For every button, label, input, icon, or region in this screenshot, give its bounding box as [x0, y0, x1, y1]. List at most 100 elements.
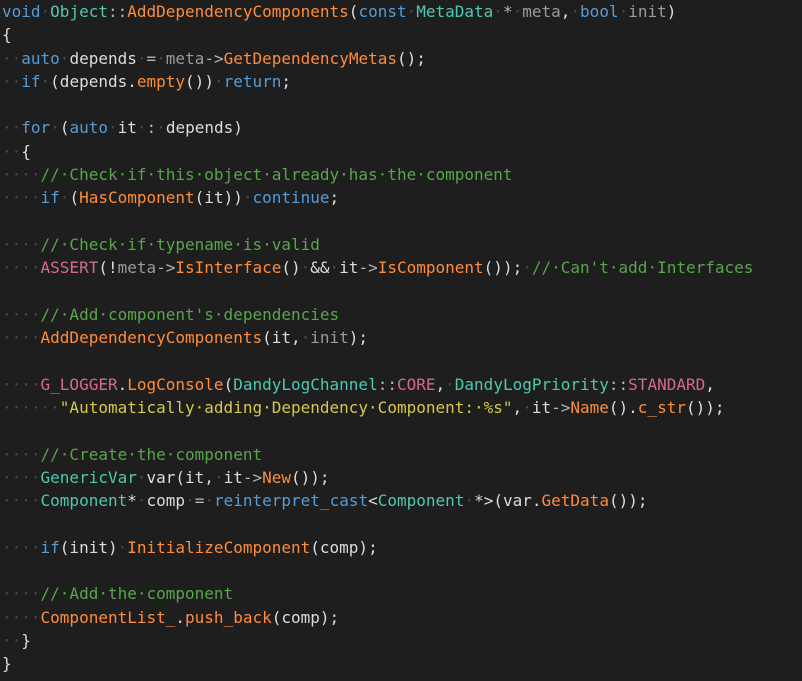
code-token: ·: [117, 537, 128, 557]
code-line[interactable]: [2, 419, 753, 442]
code-token: CORE: [396, 374, 436, 394]
code-token: GetDependencyMetas: [223, 48, 397, 68]
code-token: it: [339, 258, 359, 278]
code-line[interactable]: ····//·Add·component's·dependencies: [2, 303, 753, 326]
code-token: ::: [608, 374, 629, 394]
code-line[interactable]: ····ASSERT(!meta->IsInterface()·&&·it->I…: [2, 256, 753, 279]
code-line[interactable]: [2, 349, 753, 372]
code-token: depends): [165, 118, 243, 138]
code-token: ·: [329, 258, 340, 278]
code-token: :: [146, 118, 157, 138]
code-token: return: [223, 71, 282, 91]
code-token: (init): [59, 537, 118, 557]
code-token: GenericVar: [40, 467, 137, 487]
code-line[interactable]: [2, 93, 753, 116]
code-token: );: [348, 328, 369, 348]
code-token: ·: [464, 491, 475, 511]
code-token: (: [223, 374, 234, 394]
code-line[interactable]: {: [2, 23, 753, 46]
code-token: ·: [204, 491, 214, 511]
code-line[interactable]: ··if·(depends.empty())·return;: [2, 70, 753, 93]
code-token: ·: [136, 48, 147, 68]
code-line[interactable]: ····AddDependencyComponents(it,·init);: [2, 326, 753, 349]
code-token: .: [117, 374, 128, 394]
code-token: (: [59, 118, 70, 138]
code-token: ·: [185, 491, 195, 511]
code-line[interactable]: [2, 210, 753, 233]
code-token: MetaData: [416, 2, 494, 21]
code-line[interactable]: ····//·Create·the·component: [2, 443, 753, 466]
code-token: IsComponent: [377, 258, 484, 278]
code-token: ····: [2, 491, 41, 511]
code-token: for: [21, 118, 51, 138]
code-token: (it,: [262, 328, 301, 348]
code-token: it: [531, 398, 552, 418]
code-line[interactable]: [2, 280, 753, 303]
code-token: ·: [59, 188, 70, 208]
code-token: ·: [156, 48, 166, 68]
code-token: *: [502, 2, 513, 21]
code-token: ASSERT: [40, 258, 99, 278]
code-line[interactable]: ··{: [2, 140, 753, 163]
code-token: Component: [40, 491, 128, 511]
code-token: ->: [242, 467, 263, 487]
code-line[interactable]: ····if(init)·InitializeComponent(comp);: [2, 536, 753, 559]
code-token: ·: [40, 2, 51, 21]
code-token: ();: [396, 48, 426, 68]
code-token: }: [2, 654, 12, 674]
code-token: ····: [2, 258, 41, 278]
code-token: ,: [560, 2, 571, 21]
code-editor[interactable]: void·Object::AddDependencyComponents(con…: [0, 0, 802, 681]
code-line[interactable]: ······"Automatically·adding·Dependency·C…: [2, 396, 753, 419]
code-token: {: [2, 25, 12, 45]
code-token: //·Create·the·component: [40, 444, 263, 464]
code-line[interactable]: ····//·Add·the·component: [2, 582, 753, 605]
code-token: ··: [2, 141, 22, 161]
code-token: ··: [2, 118, 22, 138]
code-token: ()): [185, 71, 214, 91]
code-token: ·: [50, 118, 60, 138]
code-token: ());: [608, 491, 648, 511]
code-area[interactable]: void·Object::AddDependencyComponents(con…: [2, 0, 753, 676]
code-line[interactable]: ····Component*·comp·=·reinterpret_cast<C…: [2, 489, 753, 512]
code-line[interactable]: void·Object::AddDependencyComponents(con…: [2, 0, 753, 23]
code-token: (): [281, 258, 301, 278]
code-line[interactable]: ····ComponentList_.push_back(comp);: [2, 606, 753, 629]
code-token: void: [2, 2, 41, 21]
code-token: comp: [146, 491, 186, 511]
code-token: ;: [281, 71, 292, 91]
code-token: const: [358, 2, 407, 21]
code-token: auto: [21, 48, 60, 68]
code-token: ·: [300, 258, 311, 278]
code-token: ····: [2, 607, 41, 627]
code-token: ·: [522, 258, 532, 278]
code-line[interactable]: ····if·(HasComponent(it))·continue;: [2, 186, 753, 209]
code-token: AddDependencyComponents: [40, 328, 263, 348]
code-token: init: [628, 2, 667, 21]
code-line[interactable]: [2, 559, 753, 582]
code-token: ·: [618, 2, 629, 21]
code-token: DandyLogPriority: [454, 374, 609, 394]
code-line[interactable]: ····GenericVar·var(it,·it->New());: [2, 466, 753, 489]
code-line[interactable]: }: [2, 652, 753, 675]
code-token: ·: [570, 2, 581, 21]
code-line[interactable]: ····//·Check·if·this·object·already·has·…: [2, 163, 753, 186]
code-line[interactable]: ····//·Check·if·typename·is·valid: [2, 233, 753, 256]
code-line[interactable]: ····G_LOGGER.LogConsole(DandyLogChannel:…: [2, 373, 753, 396]
code-token: ,: [705, 374, 715, 394]
code-line[interactable]: [2, 513, 753, 536]
code-token: ·: [107, 118, 118, 138]
code-token: (: [69, 188, 80, 208]
code-token: ·: [213, 71, 224, 91]
code-token: ····: [2, 584, 41, 604]
code-token: ·: [136, 491, 147, 511]
code-token: {: [21, 141, 31, 161]
code-token: ->: [551, 398, 571, 418]
code-line[interactable]: ··}: [2, 629, 753, 652]
code-line[interactable]: ··for·(auto·it·:·depends): [2, 116, 753, 139]
code-token: ());: [685, 398, 725, 418]
code-token: bool: [580, 2, 619, 21]
code-token: =: [194, 491, 205, 511]
code-line[interactable]: ··auto·depends·=·meta->GetDependencyMeta…: [2, 47, 753, 70]
code-token: ());: [291, 467, 330, 487]
